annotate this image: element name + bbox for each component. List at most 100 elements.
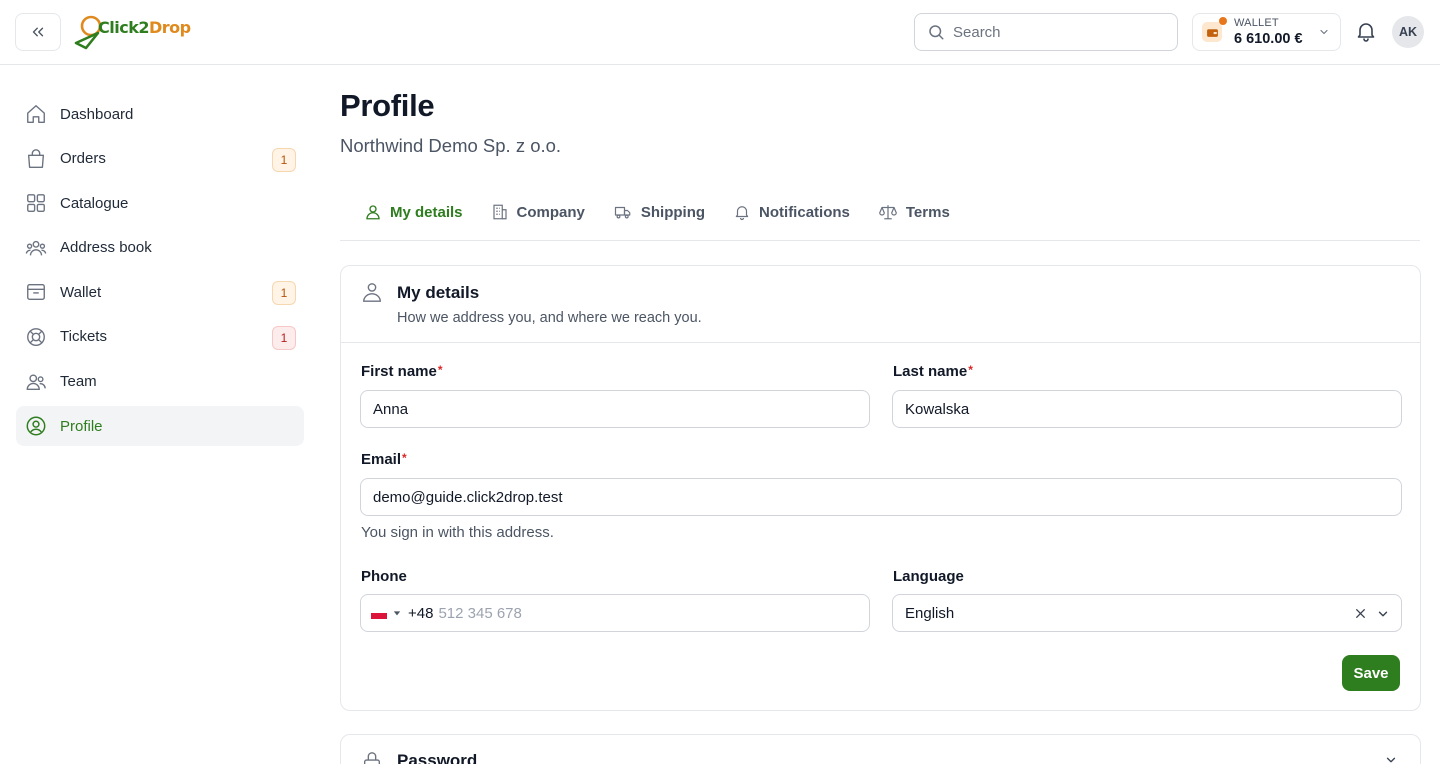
sidebar-item-orders[interactable]: Orders 1 — [16, 139, 304, 179]
phone-placeholder[interactable]: 512 345 678 — [438, 605, 521, 622]
poland-flag-icon[interactable] — [371, 607, 387, 619]
sidebar-item-team[interactable]: Team — [16, 362, 304, 402]
language-value: English — [905, 604, 955, 622]
sidebar-item-label: Dashboard — [60, 105, 134, 123]
tab-my-details[interactable]: My details — [364, 192, 463, 232]
count-badge: 1 — [272, 325, 296, 350]
required-marker: * — [437, 363, 443, 377]
scale-icon — [879, 205, 897, 220]
sidebar-item-label: Wallet — [60, 283, 102, 301]
brand-name: Click2Drop — [98, 18, 191, 37]
wallet-badge — [1202, 17, 1227, 42]
count-badge: 1 — [272, 281, 296, 306]
last-name-label: Last name* — [893, 363, 973, 380]
my-details-card: My details How we address you, and where… — [340, 265, 1421, 711]
required-marker: * — [402, 451, 407, 465]
sidebar: Dashboard Orders 1 Catalogue Address boo… — [16, 94, 304, 451]
search-icon — [929, 25, 944, 40]
first-name-label: First name* — [361, 363, 443, 380]
tab-shipping[interactable]: Shipping — [613, 192, 705, 232]
first-name-field[interactable]: Anna — [360, 390, 870, 428]
tab-label: Company — [516, 203, 585, 221]
avatar[interactable]: AK — [1392, 16, 1424, 48]
team-icon — [26, 374, 46, 390]
sidebar-item-label: Team — [60, 373, 97, 391]
truck-icon — [614, 206, 631, 219]
tab-terms[interactable]: Terms — [878, 192, 950, 232]
card-header: My details How we address you, and where… — [341, 266, 1420, 343]
wallet-label: WALLET — [1234, 16, 1279, 29]
wallet-amount: 6 610.00 € — [1234, 30, 1303, 47]
wallet-alert-dot — [1219, 17, 1227, 25]
tab-label: Notifications — [759, 203, 850, 221]
email-hint: You sign in with this address. — [361, 524, 554, 541]
sidebar-item-label: Address book — [60, 239, 152, 257]
sidebar-item-label: Profile — [60, 417, 103, 435]
page-title: Profile — [340, 88, 435, 123]
email-value: demo@guide.click2drop.test — [373, 488, 563, 506]
sidebar-item-tickets[interactable]: Tickets 1 — [16, 317, 304, 357]
bell-icon — [1357, 23, 1375, 42]
wallet-icon — [27, 284, 45, 301]
brand-logo[interactable]: Click2Drop — [72, 14, 191, 50]
card-title: My details — [397, 283, 480, 302]
card-description: How we address you, and where we reach y… — [397, 310, 702, 326]
chevron-down-icon[interactable] — [1376, 607, 1390, 621]
clear-icon[interactable] — [1354, 607, 1367, 620]
bell-icon — [735, 206, 749, 221]
last-name-field[interactable]: Kowalska — [892, 390, 1402, 428]
last-name-value: Kowalska — [905, 400, 970, 418]
notifications-button[interactable] — [1354, 19, 1378, 43]
sidebar-item-dashboard[interactable]: Dashboard — [16, 94, 304, 134]
tab-label: My details — [390, 203, 463, 221]
card-title: Password — [397, 751, 478, 764]
field-label-text: First name — [361, 363, 437, 380]
phone-field[interactable]: +48 512 345 678 — [360, 594, 870, 632]
lock-icon — [363, 752, 381, 764]
sidebar-item-address-book[interactable]: Address book — [16, 228, 304, 268]
caret-down-icon[interactable] — [393, 609, 401, 617]
sidebar-item-profile[interactable]: Profile — [16, 406, 304, 447]
password-card[interactable]: Password — [340, 734, 1421, 764]
user-icon — [363, 283, 381, 302]
wallet-icon — [1206, 28, 1218, 37]
tab-label: Terms — [905, 203, 950, 221]
save-button[interactable]: Save — [1342, 655, 1400, 691]
sidebar-item-label: Catalogue — [60, 194, 129, 212]
home-icon — [27, 105, 45, 123]
count-badge: 1 — [272, 147, 296, 172]
top-bar: Click2Drop WALLET 6 610.00 € AK — [0, 0, 1440, 65]
shopping-bag-icon — [27, 148, 45, 168]
building-icon — [492, 204, 507, 220]
field-label-text: Last name — [893, 363, 968, 380]
email-field[interactable]: demo@guide.click2drop.test — [360, 478, 1402, 516]
tab-label: Shipping — [640, 203, 706, 221]
brand-name-part2: Drop — [148, 17, 191, 37]
user-icon — [366, 205, 380, 220]
users-group-icon — [25, 240, 47, 256]
language-label: Language — [893, 568, 964, 585]
tab-company[interactable]: Company — [491, 192, 585, 232]
email-label: Email* — [361, 451, 407, 468]
sidebar-item-catalogue[interactable]: Catalogue — [16, 183, 304, 223]
chevron-down-icon — [1320, 29, 1328, 35]
user-circle-icon — [26, 416, 46, 436]
grid-icon — [27, 194, 45, 213]
sidebar-item-label: Orders — [60, 150, 106, 168]
tab-notifications[interactable]: Notifications — [733, 192, 850, 232]
chevron-down-icon[interactable] — [1384, 753, 1398, 764]
sidebar-item-label: Tickets — [60, 328, 107, 346]
lifebuoy-icon — [27, 328, 45, 346]
sidebar-item-wallet[interactable]: Wallet 1 — [16, 272, 304, 312]
first-name-value: Anna — [373, 400, 409, 418]
language-select[interactable]: English — [892, 594, 1402, 632]
collapse-sidebar-button[interactable] — [15, 13, 61, 51]
chevrons-left-icon — [32, 27, 44, 37]
wallet-dropdown[interactable]: WALLET 6 610.00 € — [1192, 13, 1341, 51]
field-label-text: Email — [361, 451, 402, 468]
phone-label: Phone — [361, 568, 407, 585]
search-box[interactable] — [914, 13, 1178, 51]
profile-tabs: My details Company Shipping Notification… — [340, 192, 1420, 241]
page-subtitle: Northwind Demo Sp. z o.o. — [340, 135, 562, 156]
search-input[interactable] — [953, 23, 1153, 41]
